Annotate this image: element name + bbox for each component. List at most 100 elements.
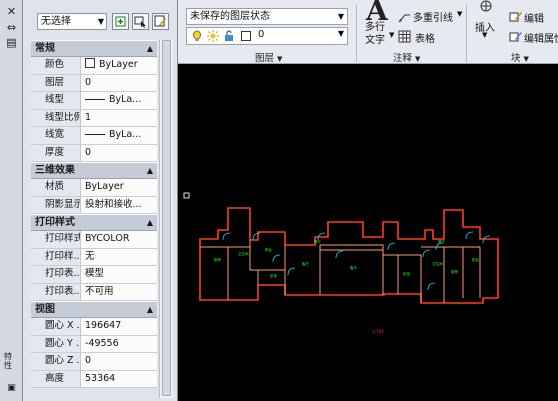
section-view[interactable]: 视图 ▲ [31, 301, 157, 318]
property-value[interactable]: BYCOLOR [81, 231, 157, 248]
property-value[interactable]: ByLayer [81, 57, 157, 74]
room-label: 阳台 [265, 247, 273, 252]
multileader-button[interactable]: 多重引线 [413, 9, 453, 24]
property-row[interactable]: 厚度 0 [31, 144, 157, 162]
chevron-down-icon: ▼ [523, 55, 529, 63]
ribbon: 未保存的图层状态 ▼ 0 ▼ 图层 ▼ A 多行 文字 ▼ 多重引线 ▼ 表格 注… [178, 0, 558, 64]
layer-on-icon [193, 30, 201, 41]
property-value[interactable]: ByLayer [81, 179, 157, 196]
table-icon [398, 30, 411, 43]
door-arc [287, 267, 296, 276]
property-row[interactable]: 线宽 ByLa... [31, 127, 157, 145]
property-key: 打印样式 [31, 231, 81, 248]
grip-point[interactable] [183, 192, 190, 199]
property-row[interactable]: 圆心 Y ... -49556 [31, 335, 157, 353]
section-plot-style[interactable]: 打印样式 ▲ [31, 214, 157, 231]
property-row[interactable]: 图层 0 [31, 74, 157, 92]
properties-palette: 无选择 ▼ 常规 ▲ 颜色 ByLayer 图层 0 线型 ByLa... 线型比例 1 … [23, 0, 178, 401]
insert-block-icon [480, 0, 492, 12]
property-key: 高度 [31, 370, 81, 387]
door-arc [222, 232, 231, 241]
property-key: 圆心 Y ... [31, 335, 81, 352]
property-row[interactable]: 圆心 X ...196647 [31, 318, 157, 336]
property-value[interactable]: 1 [81, 109, 157, 126]
mtext-label-2[interactable]: 文字 [365, 31, 385, 46]
section-3d-effects[interactable]: 三维效果 ▲ [31, 162, 157, 179]
room-label: 阳台 [472, 257, 480, 262]
property-row[interactable]: 颜色 ByLayer [31, 57, 157, 75]
door-arc [335, 250, 344, 259]
property-value[interactable]: ByLa... [81, 127, 157, 144]
property-row[interactable]: 打印样... 无 [31, 248, 157, 266]
chevron-down-icon[interactable]: ▼ [389, 31, 394, 39]
property-key: 材质 [31, 179, 81, 196]
collapse-icon: ▲ [146, 166, 153, 175]
door-symbols [222, 231, 491, 291]
door-arc [252, 232, 261, 241]
property-key: 线型比例 [31, 109, 81, 126]
property-value[interactable]: 投射和接收... [81, 196, 157, 213]
edit-block-icon [509, 12, 522, 22]
property-row[interactable]: 材质 ByLayer [31, 179, 157, 197]
property-value[interactable]: 无 [81, 248, 157, 265]
layers-panel-label[interactable]: 图层 ▼ [255, 50, 282, 64]
property-row[interactable]: 高度 53364 [31, 370, 157, 388]
selection-dropdown[interactable]: 无选择 ▼ [37, 13, 107, 30]
select-objects-button[interactable] [132, 13, 149, 30]
collapse-icon: ▲ [146, 305, 153, 314]
property-value[interactable]: 0 [81, 74, 157, 91]
layer-lock-icon [225, 30, 233, 41]
collapse-icon: ▲ [146, 218, 153, 227]
palette-options-icon[interactable]: ▣ [5, 382, 18, 395]
property-value[interactable]: 不可用 [81, 283, 157, 300]
layer-dropdown[interactable]: 0 ▼ [186, 27, 348, 45]
property-row[interactable]: 打印样式 BYCOLOR [31, 231, 157, 249]
property-key: 圆心 X ... [31, 318, 81, 335]
inner-walls [200, 240, 481, 303]
property-row[interactable]: 阴影显示 投射和接收... [31, 196, 157, 214]
panel-label-text: 块 [511, 53, 521, 64]
multileader-icon [398, 14, 410, 23]
property-value[interactable]: 0 [81, 144, 157, 161]
property-row[interactable]: 线型 ByLa... [31, 92, 157, 110]
edit-attribute-button[interactable]: 编辑属性 [524, 30, 558, 45]
property-value[interactable]: 196647 [81, 318, 157, 335]
property-value[interactable]: 0 [81, 353, 157, 370]
chevron-down-icon[interactable]: ▼ [482, 31, 487, 39]
chevron-down-icon[interactable]: ▼ [457, 10, 462, 18]
panel-label-text: 图层 [255, 53, 275, 64]
quick-select-button[interactable] [152, 13, 169, 30]
properties-menu-icon[interactable]: ▤ [5, 36, 18, 49]
edit-button[interactable]: 编辑 [524, 10, 544, 25]
property-value[interactable]: 53364 [81, 370, 157, 387]
section-general[interactable]: 常规 ▲ [31, 40, 157, 57]
table-button[interactable]: 表格 [415, 30, 435, 45]
divider [466, 4, 467, 62]
close-icon[interactable]: ✕ [5, 5, 18, 18]
section-title: 三维效果 [35, 165, 75, 176]
block-panel-label[interactable]: 块 ▼ [511, 50, 529, 64]
door-arc [427, 282, 436, 291]
scrollbar-thumb[interactable] [162, 40, 171, 396]
palette-scrollbar[interactable] [159, 40, 173, 398]
property-row[interactable]: 打印表... 不可用 [31, 283, 157, 301]
autohide-icon[interactable]: ⇔ [5, 21, 18, 34]
drawing-canvas[interactable]: 厨房 卫生间 卧室 客厅 客厅 卧室 卫生间 厨房 阳台 阳台 餐厅 餐厅 1:100 [178, 65, 558, 401]
property-value[interactable]: -49556 [81, 335, 157, 352]
property-value[interactable]: ByLa... [81, 92, 157, 109]
property-key: 颜色 [31, 57, 81, 74]
divider [356, 4, 357, 62]
property-value[interactable]: 模型 [81, 266, 157, 283]
annotation-panel-label[interactable]: 注释 ▼ [393, 50, 420, 64]
property-row[interactable]: 线型比例 1 [31, 109, 157, 127]
room-label: 餐厅 [314, 239, 322, 244]
toggle-pickadd-button[interactable] [112, 13, 129, 30]
layer-state-dropdown[interactable]: 未保存的图层状态 ▼ [186, 8, 348, 25]
chevron-down-icon: ▼ [97, 17, 104, 26]
sun-freeze-icon [207, 30, 219, 42]
selection-toolbar: 无选择 ▼ [29, 9, 175, 31]
property-row[interactable]: 圆心 Z ...0 [31, 353, 157, 371]
edit-attribute-icon [509, 32, 522, 42]
property-row[interactable]: 打印表... 模型 [31, 266, 157, 284]
chevron-down-icon: ▼ [337, 12, 344, 21]
